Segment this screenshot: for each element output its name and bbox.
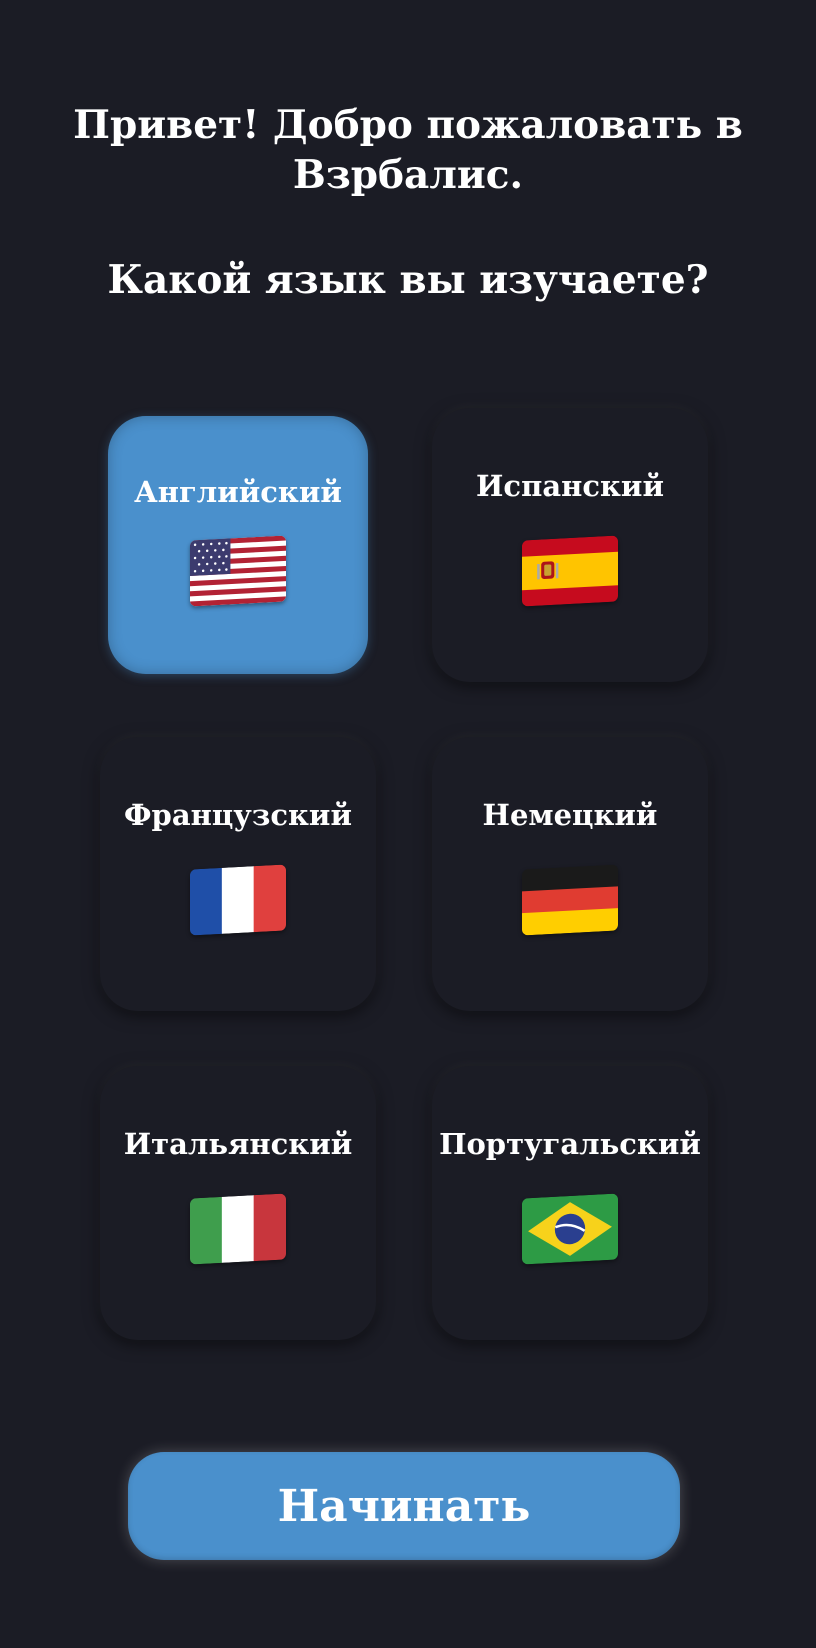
language-card-portuguese[interactable]: Португальский [432, 1066, 708, 1340]
language-card-spanish[interactable]: Испанский [432, 408, 708, 682]
spain-flag-icon [522, 535, 618, 607]
language-label-italian: Итальянский [123, 1127, 353, 1161]
language-card-italian[interactable]: Итальянский [100, 1066, 376, 1340]
start-button[interactable]: Начинать [128, 1452, 680, 1560]
language-label-german: Немецкий [482, 798, 658, 832]
language-label-english: Английский [134, 475, 342, 509]
welcome-heading: Привет! Добро пожаловать в Взрбалис. [73, 102, 743, 198]
language-question: Какой язык вы изучаете? [107, 257, 709, 303]
france-flag-icon [190, 864, 286, 936]
language-card-german[interactable]: Немецкий [432, 737, 708, 1011]
language-label-french: Французский [124, 798, 352, 832]
language-card-english[interactable]: Английский [108, 416, 368, 674]
italy-flag-icon [190, 1193, 286, 1265]
us-flag-icon [190, 535, 286, 607]
language-label-spanish: Испанский [476, 469, 664, 503]
brazil-flag-icon [522, 1193, 618, 1265]
language-label-portuguese: Португальский [439, 1127, 701, 1161]
germany-flag-icon [522, 864, 618, 936]
language-card-french[interactable]: Французский [100, 737, 376, 1011]
